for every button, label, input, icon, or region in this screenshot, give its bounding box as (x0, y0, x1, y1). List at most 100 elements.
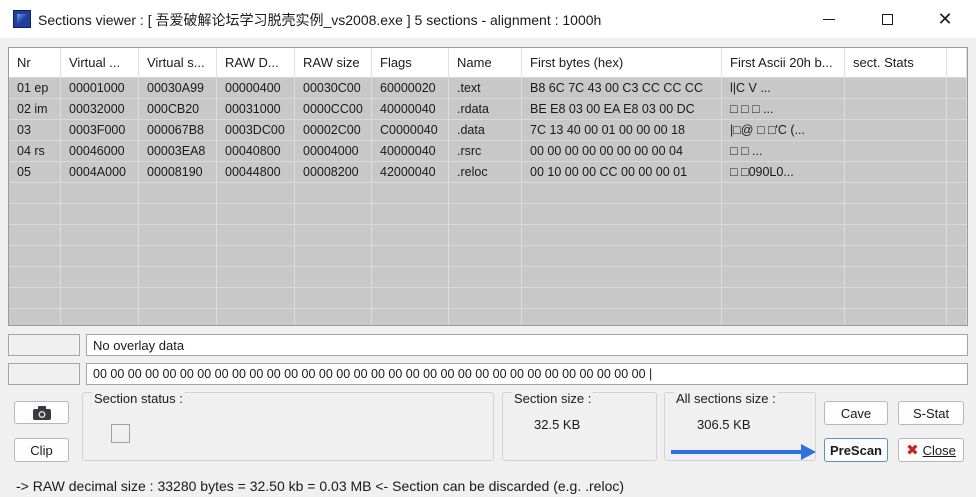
bytes-view[interactable]: 00 00 00 00 00 00 00 00 00 00 00 00 00 0… (86, 363, 968, 385)
table-cell (217, 225, 295, 246)
table-cell (9, 246, 61, 267)
empty-row (9, 204, 967, 225)
table-cell (845, 246, 947, 267)
prescan-button[interactable]: PreScan (824, 438, 888, 462)
table-cell: 0003F000 (61, 120, 139, 141)
empty-row (9, 288, 967, 309)
table-cell: 00030A99 (139, 78, 217, 99)
table-cell (947, 309, 967, 325)
table-cell (449, 288, 522, 309)
table-cell: .rsrc (449, 141, 522, 162)
column-header[interactable]: RAW size (295, 48, 372, 78)
cave-button[interactable]: Cave (824, 401, 888, 425)
table-cell (845, 309, 947, 325)
table-cell: □ □ ... (722, 141, 845, 162)
table-cell: 00001000 (61, 78, 139, 99)
table-cell (9, 204, 61, 225)
minimize-icon (823, 18, 835, 20)
table-row[interactable]: 03 0003F000 000067B8 0003DC00 00002C00 C00000… (9, 120, 967, 141)
table-cell (139, 183, 217, 204)
close-button[interactable]: ✖ Close (898, 438, 964, 462)
table-cell (722, 309, 845, 325)
table-cell (947, 246, 967, 267)
table-cell (722, 267, 845, 288)
column-header[interactable]: Name (449, 48, 522, 78)
table-row[interactable]: 04 rs 00046000 00003EA8 00040800 00004000 400… (9, 141, 967, 162)
table-cell (139, 225, 217, 246)
maximize-button[interactable] (864, 0, 910, 38)
table-cell: 0003DC00 (217, 120, 295, 141)
table-cell (845, 162, 947, 183)
minimize-button[interactable] (806, 0, 852, 38)
column-header[interactable]: Nr (9, 48, 61, 78)
overlay-info: No overlay data (86, 334, 968, 356)
table-cell (295, 183, 372, 204)
table-cell (217, 204, 295, 225)
table-cell (61, 309, 139, 325)
table-cell: 40000040 (372, 99, 449, 120)
window-close-button[interactable]: ✕ (922, 0, 968, 38)
table-cell (9, 267, 61, 288)
column-header[interactable]: Virtual s... (139, 48, 217, 78)
window-title: Sections viewer : [ 吾爱破解论坛学习脱壳实例_vs2008.… (38, 12, 602, 28)
table-cell (9, 309, 61, 325)
maximize-icon (881, 13, 893, 25)
table-cell (845, 99, 947, 120)
table-cell (845, 267, 947, 288)
section-status-checkbox[interactable] (111, 424, 130, 443)
table-cell (845, 204, 947, 225)
table-cell: 0000CC00 (295, 99, 372, 120)
table-cell: 00031000 (217, 99, 295, 120)
table-cell (845, 120, 947, 141)
table-cell (217, 288, 295, 309)
table-cell (295, 225, 372, 246)
section-size-value: 32.5 KB (534, 417, 581, 432)
table-row[interactable]: 01 ep 00001000 00030A99 00000400 00030C00 600… (9, 78, 967, 99)
table-cell (722, 246, 845, 267)
sections-table[interactable]: Nr Virtual ... Virtual s... RAW D... RAW siz… (8, 47, 968, 326)
s-stat-button[interactable]: S-Stat (898, 401, 964, 425)
table-cell-filler (947, 99, 967, 120)
table-cell (9, 225, 61, 246)
table-cell (449, 267, 522, 288)
column-header[interactable]: First Ascii 20h b... (722, 48, 845, 78)
table-cell (295, 267, 372, 288)
table-cell (295, 204, 372, 225)
table-cell: 05 (9, 162, 61, 183)
table-cell: C0000040 (372, 120, 449, 141)
table-cell (449, 225, 522, 246)
table-cell: BE E8 03 00 EA E8 03 00 DC (522, 99, 722, 120)
table-cell (372, 204, 449, 225)
column-header[interactable]: Virtual ... (61, 48, 139, 78)
column-header[interactable]: RAW D... (217, 48, 295, 78)
table-cell: 0004A000 (61, 162, 139, 183)
table-cell (845, 141, 947, 162)
table-cell: l|C V ... (722, 78, 845, 99)
table-row[interactable]: 02 im 00032000 000CB20 00031000 0000CC00 4000… (9, 99, 967, 120)
snapshot-button[interactable] (14, 401, 69, 424)
table-cell: 00032000 (61, 99, 139, 120)
table-cell: 02 im (9, 99, 61, 120)
overlay-indicator (8, 334, 80, 356)
table-cell: 00 00 00 00 00 00 00 00 04 (522, 141, 722, 162)
column-header[interactable]: First bytes (hex) (522, 48, 722, 78)
table-cell: □ □ □ ... (722, 99, 845, 120)
table-cell: 00002C00 (295, 120, 372, 141)
table-cell: 00004000 (295, 141, 372, 162)
table-cell (139, 288, 217, 309)
table-cell: .rdata (449, 99, 522, 120)
table-cell: 01 ep (9, 78, 61, 99)
column-header[interactable]: sect. Stats (845, 48, 947, 78)
table-cell: 00030C00 (295, 78, 372, 99)
table-cell: B8 6C 7C 43 00 C3 CC CC CC (522, 78, 722, 99)
table-cell: 40000040 (372, 141, 449, 162)
table-cell (372, 309, 449, 325)
table-cell: .text (449, 78, 522, 99)
clip-button[interactable]: Clip (14, 438, 69, 462)
column-header[interactable]: Flags (372, 48, 449, 78)
table-cell (295, 246, 372, 267)
table-cell (722, 183, 845, 204)
table-row[interactable]: 05 0004A000 00008190 00044800 00008200 420000… (9, 162, 967, 183)
table-cell: 00044800 (217, 162, 295, 183)
title-bar: Sections viewer : [ 吾爱破解论坛学习脱壳实例_vs2008.… (0, 0, 976, 38)
